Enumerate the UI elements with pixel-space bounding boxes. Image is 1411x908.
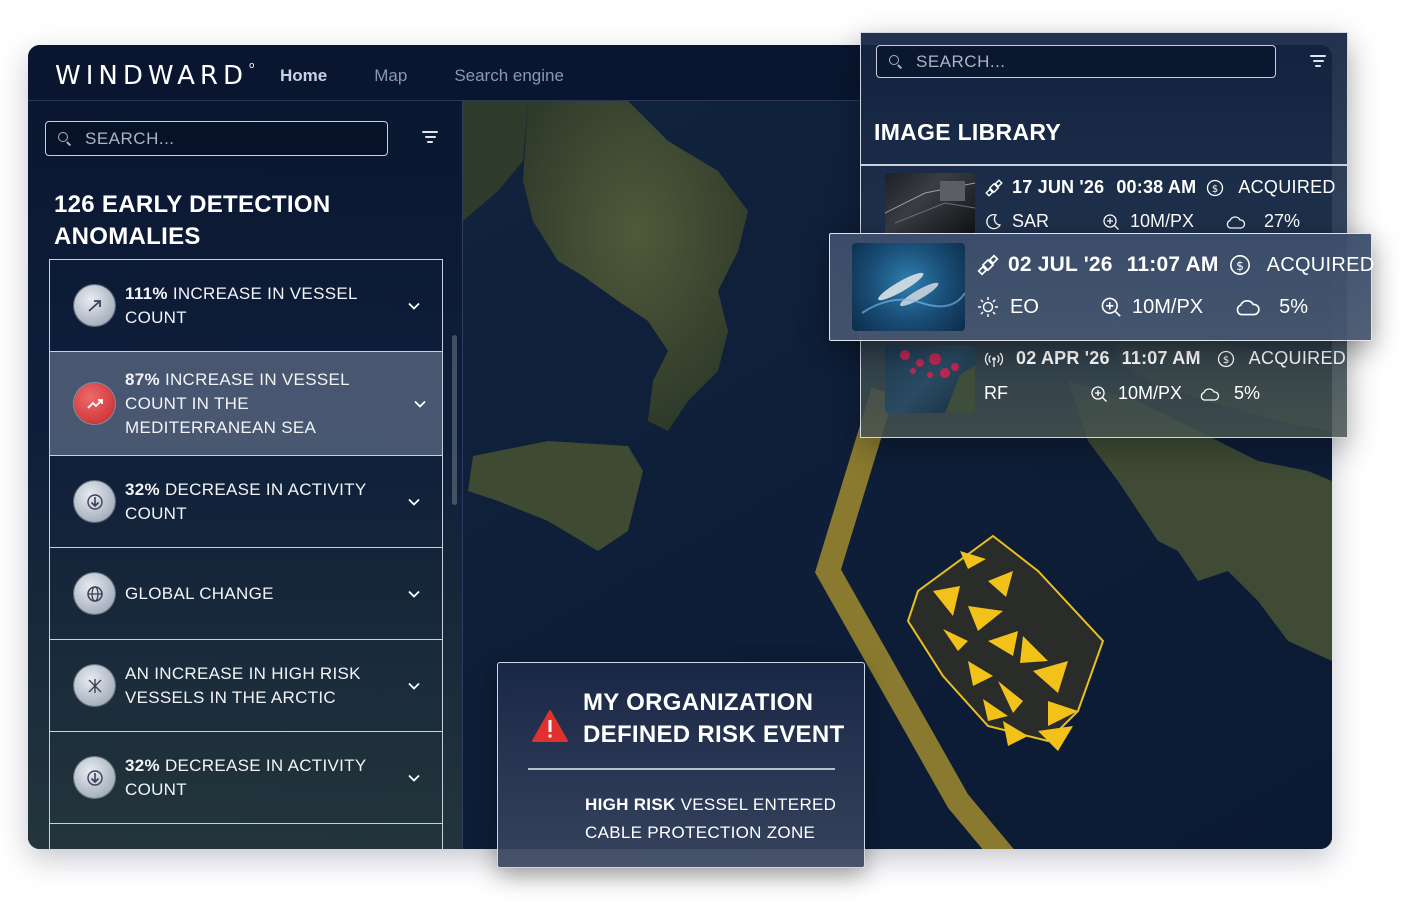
zoom-icon [1091,385,1107,402]
sidebar-search-input[interactable]: SEARCH... [45,121,388,156]
windward-logo[interactable]: WINDWARDo [55,61,255,91]
chevron-down-icon[interactable] [408,496,420,508]
image-date: 17 JUN '26 [1012,177,1105,197]
anomalies-title: 126 EARLY DETECTION ANOMALIES [54,191,331,250]
satellite-icon [985,178,1003,197]
chevron-down-icon[interactable] [408,300,420,312]
satellite-icon [977,254,999,276]
anomaly-item[interactable]: AN INCREASE IN HIGH RISK VESSELS IN THE … [50,640,442,732]
nav-search-engine[interactable]: Search engine [454,66,564,86]
anomaly-label: 32% DECREASE IN ACTIVITY COUNT [125,755,367,799]
risk-event-card[interactable]: MY ORGANIZATION DEFINED RISK EVENT HIGH … [497,662,865,868]
nav-map[interactable]: Map [374,66,407,86]
nav-home[interactable]: Home [280,66,327,86]
search-icon [58,132,71,145]
svg-text:$: $ [1222,355,1228,366]
anomaly-label: GLOBAL CHANGE [125,583,274,603]
zoom-icon [1101,297,1121,317]
warning-icon [532,710,568,742]
image-row[interactable]: 02 APR '26 11:07 AM $ ACQUIRED RF 10M/PX… [861,345,1349,413]
dollar-icon: $ [1217,350,1234,367]
image-date: 02 APR '26 [1016,348,1110,368]
dollar-icon: $ [1207,179,1224,196]
chevron-down-icon[interactable] [408,772,420,784]
image-type: SAR [1012,211,1050,231]
rf-thumbnail [885,345,975,413]
trend-up-icon [74,285,115,326]
filter-icon[interactable] [1309,55,1327,69]
anomaly-label: 32% DECREASE IN ACTIVITY COUNT [125,479,367,523]
image-cloud-cover: 27% [1264,211,1301,231]
eo-thumbnail [852,243,965,331]
risk-event-title: MY ORGANIZATION DEFINED RISK EVENT [583,689,845,748]
dollar-icon: $ [1229,255,1250,275]
image-resolution: 10M/PX [1130,211,1195,231]
anomaly-label: AN INCREASE IN HIGH RISK VESSELS IN THE … [125,663,361,707]
image-row-highlighted[interactable]: 02 JUL '26 11:07 AM $ ACQUIRED EO 10M/PX… [829,233,1375,341]
anomaly-label: 111% INCREASE IN VESSEL COUNT [125,283,358,327]
image-cloud-cover: 5% [1279,295,1309,318]
trend-down-icon [74,481,115,522]
cloud-icon [1236,299,1260,316]
image-row[interactable]: 17 JUN '26 00:38 AM $ ACQUIRED SAR 10M/P… [861,173,1349,235]
trend-chart-icon [74,383,115,424]
moon-icon [986,213,1002,229]
image-time: 11:07 AM [1126,253,1219,276]
image-cloud-cover: 5% [1234,383,1261,403]
filter-icon[interactable] [421,131,439,145]
image-type: RF [984,383,1008,403]
anomalies-sidebar: SEARCH... 126 EARLY DETECTION ANOMALIES … [28,101,463,849]
logo-mark: o [249,61,255,71]
search-placeholder: SEARCH... [85,128,175,148]
anomaly-item[interactable]: GLOBAL CHANGE [50,548,442,640]
radio-signal-icon [984,352,1004,367]
anomalies-list: 111% INCREASE IN VESSEL COUNT 87% INCREA… [49,259,443,849]
anomaly-label: 87% INCREASE IN VESSEL COUNT IN THE MEDI… [125,369,350,437]
sar-thumbnail [885,173,975,235]
logo-text: WINDWARD [55,61,249,91]
risk-event-divider [528,768,835,770]
anomaly-item[interactable]: 111% INCREASE IN VESSEL COUNT [50,260,442,352]
chevron-down-icon[interactable] [408,588,420,600]
svg-text:$: $ [1212,184,1218,195]
image-time: 11:07 AM [1121,348,1201,368]
chevron-down-icon[interactable] [414,398,426,410]
library-divider [861,164,1347,166]
sidebar-scrollbar[interactable] [452,335,457,505]
sun-icon [978,297,998,317]
image-resolution: 10M/PX [1132,295,1204,318]
image-type: EO [1010,295,1039,318]
image-status: ACQUIRED [1238,177,1336,197]
globe-icon [74,573,115,614]
image-time: 00:38 AM [1116,177,1197,197]
main-nav: Home Map Search engine [280,66,564,86]
image-status: ACQUIRED [1248,348,1347,368]
anomaly-item-selected[interactable]: 87% INCREASE IN VESSEL COUNT IN THE MEDI… [50,352,442,456]
image-date: 02 JUL '26 [1008,253,1113,276]
chevron-down-icon[interactable] [408,680,420,692]
image-status: ACQUIRED [1266,253,1375,276]
trend-down-icon [74,757,115,798]
cloud-icon [1200,387,1220,401]
search-placeholder: SEARCH... [916,51,1006,71]
search-icon [889,55,902,68]
arctic-icon [74,665,115,706]
risk-event-description: HIGH RISK VESSEL ENTERED CABLE PROTECTIO… [585,795,837,842]
anomaly-item[interactable]: 32% DECREASE IN ACTIVITY COUNT [50,732,442,824]
image-resolution: 10M/PX [1118,383,1183,403]
anomaly-item[interactable]: 32% DECREASE IN ACTIVITY COUNT [50,456,442,548]
svg-text:$: $ [1236,259,1244,273]
library-search-input[interactable]: SEARCH... [876,45,1276,78]
zoom-icon [1103,213,1119,230]
image-library-title: IMAGE LIBRARY [874,119,1062,145]
cloud-icon [1226,215,1246,229]
